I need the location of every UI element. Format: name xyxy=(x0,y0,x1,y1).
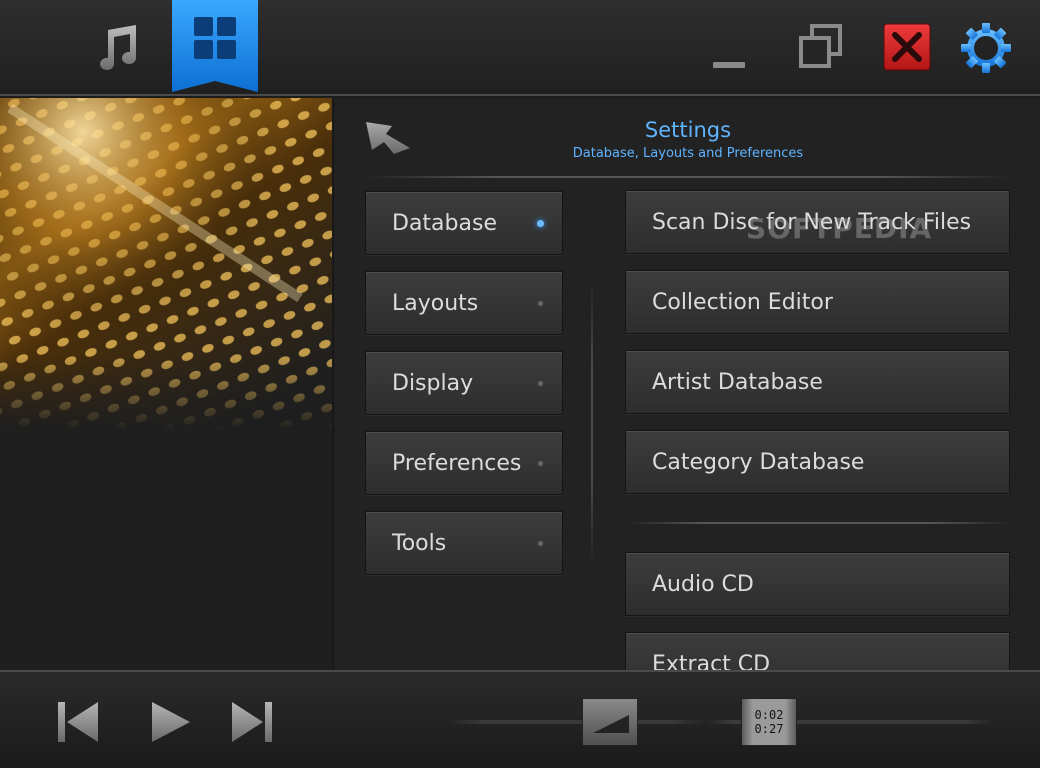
category-label: Database xyxy=(392,210,497,236)
actions-divider xyxy=(626,522,1010,524)
volume-slider-track[interactable] xyxy=(446,720,708,724)
album-art-image xyxy=(0,98,332,670)
category-label: Layouts xyxy=(392,290,479,316)
action-label: Audio CD xyxy=(652,571,754,597)
collection-editor-button[interactable]: Collection Editor xyxy=(625,270,1010,334)
skip-next-icon xyxy=(232,702,272,742)
extract-cd-button[interactable]: Extract CD xyxy=(625,632,1010,670)
settings-gear-button[interactable] xyxy=(960,22,1011,73)
minimize-icon xyxy=(713,62,745,68)
category-display-button[interactable]: Display xyxy=(365,351,563,415)
restore-button[interactable] xyxy=(796,22,846,72)
volume-icon xyxy=(593,715,629,733)
indicator-dot xyxy=(537,540,544,547)
back-arrow-icon[interactable] xyxy=(364,120,412,158)
header-divider xyxy=(364,176,1012,178)
indicator-dot xyxy=(537,380,544,387)
album-art xyxy=(0,98,332,670)
category-database-action-button[interactable]: Category Database xyxy=(625,430,1010,494)
category-label: Display xyxy=(392,370,474,396)
previous-track-button[interactable] xyxy=(56,698,100,746)
transport-bar: 0:02 0:27 xyxy=(0,670,1040,768)
action-label: Collection Editor xyxy=(652,289,833,315)
seek-slider-handle[interactable]: 0:02 0:27 xyxy=(741,698,797,746)
category-database-button[interactable]: Database xyxy=(365,191,563,255)
play-icon xyxy=(152,702,190,742)
close-button[interactable] xyxy=(882,22,932,72)
audio-cd-button[interactable]: Audio CD xyxy=(625,552,1010,616)
close-icon xyxy=(883,23,931,71)
music-note-icon[interactable] xyxy=(90,22,142,74)
page-title: Settings xyxy=(644,118,732,142)
gear-icon xyxy=(961,23,1011,73)
action-label: Category Database xyxy=(652,449,865,475)
watermark: SOFTPEDIA xyxy=(746,212,933,245)
category-layouts-button[interactable]: Layouts xyxy=(365,271,563,335)
elapsed-time: 0:02 xyxy=(754,708,784,722)
play-button[interactable] xyxy=(148,698,192,746)
artist-database-button[interactable]: Artist Database xyxy=(625,350,1010,414)
category-tools-button[interactable]: Tools xyxy=(365,511,563,575)
skip-previous-icon xyxy=(58,702,98,742)
minimize-button[interactable] xyxy=(704,22,754,72)
column-divider xyxy=(591,278,593,568)
total-time: 0:27 xyxy=(754,722,784,736)
top-toolbar xyxy=(0,0,1040,96)
restore-icon xyxy=(799,24,842,68)
layouts-tab[interactable] xyxy=(172,0,258,92)
action-label: Artist Database xyxy=(652,369,823,395)
indicator-dot xyxy=(537,300,544,307)
page-subtitle: Database, Layouts and Preferences xyxy=(572,146,804,161)
settings-panel: Settings Database, Layouts and Preferenc… xyxy=(333,98,1040,670)
category-label: Preferences xyxy=(392,450,522,476)
indicator-dot xyxy=(537,460,544,467)
category-label: Tools xyxy=(392,530,447,556)
action-label: Extract CD xyxy=(652,651,771,671)
category-preferences-button[interactable]: Preferences xyxy=(365,431,563,495)
next-track-button[interactable] xyxy=(230,698,274,746)
layouts-grid-icon xyxy=(194,17,236,59)
volume-slider-handle[interactable] xyxy=(582,698,638,746)
active-indicator-dot xyxy=(537,220,544,227)
